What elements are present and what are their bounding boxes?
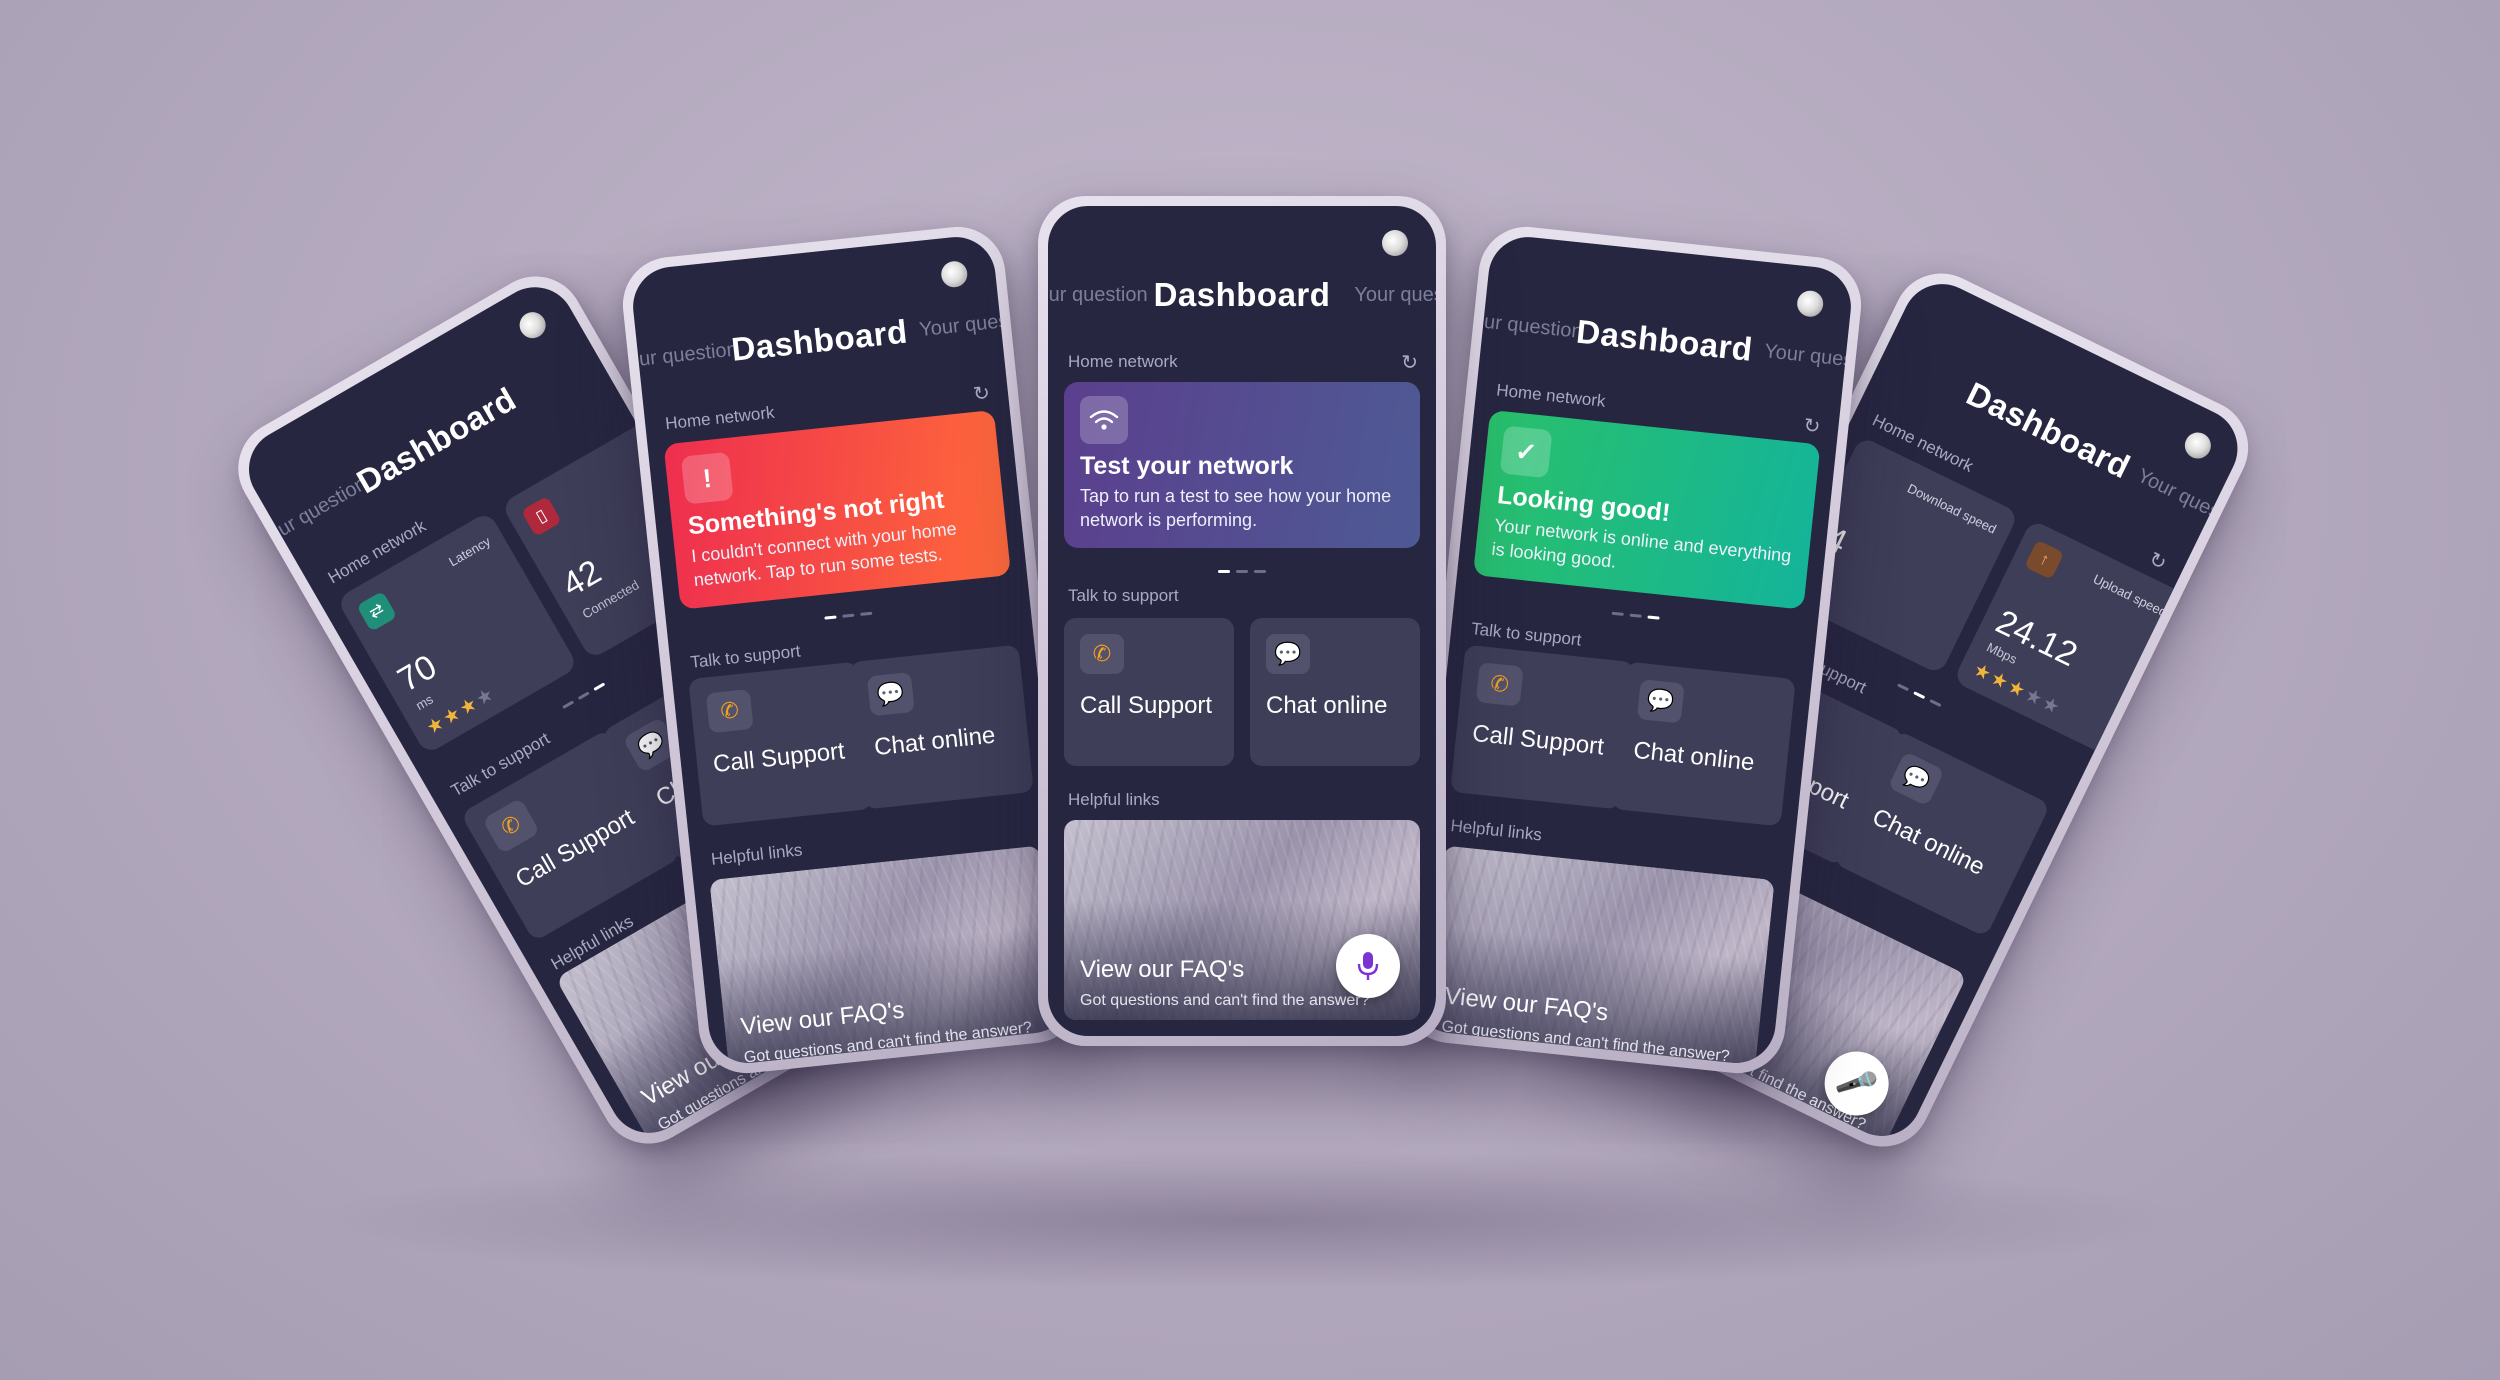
screen: Your question Dashboard Your question Ho…: [1048, 206, 1436, 1036]
chat-icon: 💬: [1887, 751, 1945, 807]
section-label-home-network: Home network: [1068, 352, 1178, 371]
faq-subtitle: Got questions and can't find the answer?: [1080, 992, 1370, 1009]
carousel-dot[interactable]: [1929, 699, 1942, 708]
faq-card[interactable]: View our FAQ's Got questions and can't f…: [1423, 845, 1775, 1067]
latency-icon: ⇄: [356, 590, 398, 632]
chat-online-label: Chat online: [1266, 692, 1388, 719]
page-title: Dashboard: [729, 312, 910, 368]
top-bar: Your question Dashboard Your question: [1460, 299, 1854, 387]
carousel-dot-active[interactable]: [824, 615, 837, 620]
refresh-icon[interactable]: ↻: [1802, 413, 1821, 440]
screen: Your question Dashboard Your question Ho…: [629, 233, 1075, 1067]
carousel-dot-active[interactable]: [1218, 570, 1230, 573]
chat-online-label: Chat online: [872, 721, 997, 762]
chat-online-button[interactable]: 💬 Chat online: [849, 644, 1034, 810]
faq-title: View our FAQ's: [1080, 956, 1245, 983]
top-bar: Your question Dashboard Your question: [629, 299, 1041, 387]
front-camera: [514, 307, 551, 343]
check-icon: ✓: [1499, 425, 1553, 479]
carousel-dot[interactable]: [562, 700, 575, 710]
carousel-dot-active[interactable]: [1913, 691, 1926, 700]
phone-icon: ✆: [1080, 634, 1124, 674]
wifi-icon-glyph: [1089, 410, 1119, 430]
hero-title: Test your network: [1080, 452, 1294, 480]
phone-icon: ✆: [482, 797, 541, 855]
phone-icon: ✆: [705, 688, 754, 734]
network-good-card[interactable]: ✓ Looking good! Your network is online a…: [1472, 409, 1821, 610]
section-label-home-network: Home network: [664, 402, 776, 434]
section-label-helpful-links: Helpful links: [1068, 790, 1160, 809]
carousel-dot[interactable]: [1611, 611, 1624, 616]
support-tiles: ✆ Call Support 💬 Chat online: [1064, 618, 1420, 768]
chat-online-label: Chat online: [1632, 736, 1756, 777]
top-bar: Your question Dashboard Your question: [1048, 272, 1436, 322]
latency-label: Latency: [446, 533, 494, 570]
tab-your-question[interactable]: Your question: [1354, 284, 1436, 307]
carousel-dots: [1048, 560, 1436, 578]
section-label-talk-to-support: Talk to support: [1068, 586, 1179, 605]
carousel-dot[interactable]: [1629, 613, 1642, 618]
alert-icon: !: [680, 451, 734, 505]
test-network-card[interactable]: Test your network Tap to run a test to s…: [1064, 382, 1420, 548]
carousel-dot[interactable]: [1236, 570, 1248, 573]
front-camera: [939, 259, 969, 289]
screen: Your question Dashboard Your question Ho…: [1409, 233, 1855, 1067]
carousel-dot[interactable]: [1897, 683, 1910, 692]
hero-description: Tap to run a test to see how your home n…: [1080, 486, 1392, 530]
call-support-label: Call Support: [1471, 719, 1606, 761]
support-tiles: ✆ Call Support 💬 Chat online: [1450, 644, 1796, 829]
upload-value: 24.12: [1989, 602, 2084, 675]
chat-icon: 💬: [1266, 634, 1310, 674]
section-label-helpful-links: Helpful links: [1449, 816, 1543, 845]
call-support-button[interactable]: ✆ Call Support: [1064, 618, 1234, 766]
call-support-label: Call Support: [711, 737, 846, 779]
call-support-label: Call Support: [1080, 692, 1213, 719]
upload-label: Upload speed: [2090, 571, 2170, 620]
carousel-dot[interactable]: [1254, 570, 1266, 573]
front-camera: [2180, 428, 2216, 463]
call-support-button[interactable]: ✆ Call Support: [688, 661, 873, 827]
phone-icon: ✆: [1475, 662, 1524, 707]
floor-shadow: [300, 1150, 2200, 1290]
carousel-dot[interactable]: [842, 613, 855, 618]
device-icon: ▯: [520, 495, 562, 537]
carousel-dot-active[interactable]: [593, 682, 606, 692]
chat-online-label: Chat online: [1867, 803, 1989, 881]
carousel-dot[interactable]: [577, 691, 590, 701]
front-camera: [1382, 230, 1408, 256]
section-label-home-network: Home network: [1495, 380, 1607, 411]
microphone-icon[interactable]: [1336, 934, 1400, 998]
arrow-up-icon: ↑: [2024, 539, 2065, 580]
latency-value: 70: [391, 647, 444, 700]
wifi-icon: [1080, 396, 1128, 444]
faq-card[interactable]: View our FAQ's Got questions and can't f…: [709, 845, 1061, 1067]
chat-icon: 💬: [866, 671, 915, 717]
section-label-helpful-links: Helpful links: [710, 840, 804, 869]
refresh-icon[interactable]: ↻: [1401, 350, 1418, 375]
faq-card[interactable]: View our FAQ's Got questions and can't f…: [1064, 820, 1420, 1020]
phone-center: Your question Dashboard Your question Ho…: [1038, 196, 1446, 1046]
refresh-icon[interactable]: ↻: [972, 380, 991, 407]
page-title: Dashboard: [1574, 312, 1755, 368]
chat-icon: 💬: [1636, 679, 1685, 724]
microphone-glyph: [1357, 952, 1379, 980]
support-tiles: ✆ Call Support 💬 Chat online: [688, 644, 1034, 829]
download-label: Download speed: [1905, 480, 1999, 537]
chat-online-button[interactable]: 💬 Chat online: [1250, 618, 1420, 766]
front-camera: [1795, 289, 1825, 319]
call-support-button[interactable]: ✆ Call Support: [1450, 644, 1635, 810]
latency-rating: ★★★★: [422, 682, 499, 740]
chat-online-button[interactable]: 💬 Chat online: [1611, 661, 1796, 827]
carousel-dot-active[interactable]: [1647, 615, 1660, 620]
carousel-dot[interactable]: [860, 611, 873, 616]
refresh-icon[interactable]: ↻: [2145, 546, 2171, 576]
network-error-card[interactable]: ! Something's not right I couldn't conne…: [663, 409, 1012, 610]
